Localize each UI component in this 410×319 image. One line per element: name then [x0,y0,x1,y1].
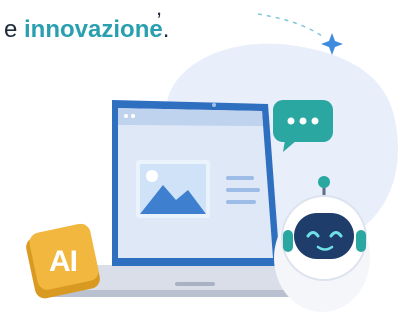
ai-badge-label: AI [49,245,78,278]
sparkle-icon [321,33,343,55]
dashed-arc [257,13,326,39]
screen-toolbar [118,108,263,126]
screen-text-line [226,188,260,192]
window-dot [124,114,128,118]
image-placeholder-icon [136,160,210,218]
screen-text-line [226,200,256,204]
laptop-camera [212,103,216,107]
trackpad-notch [175,282,215,286]
window-dot [131,114,135,118]
screen-text-line [226,176,254,180]
